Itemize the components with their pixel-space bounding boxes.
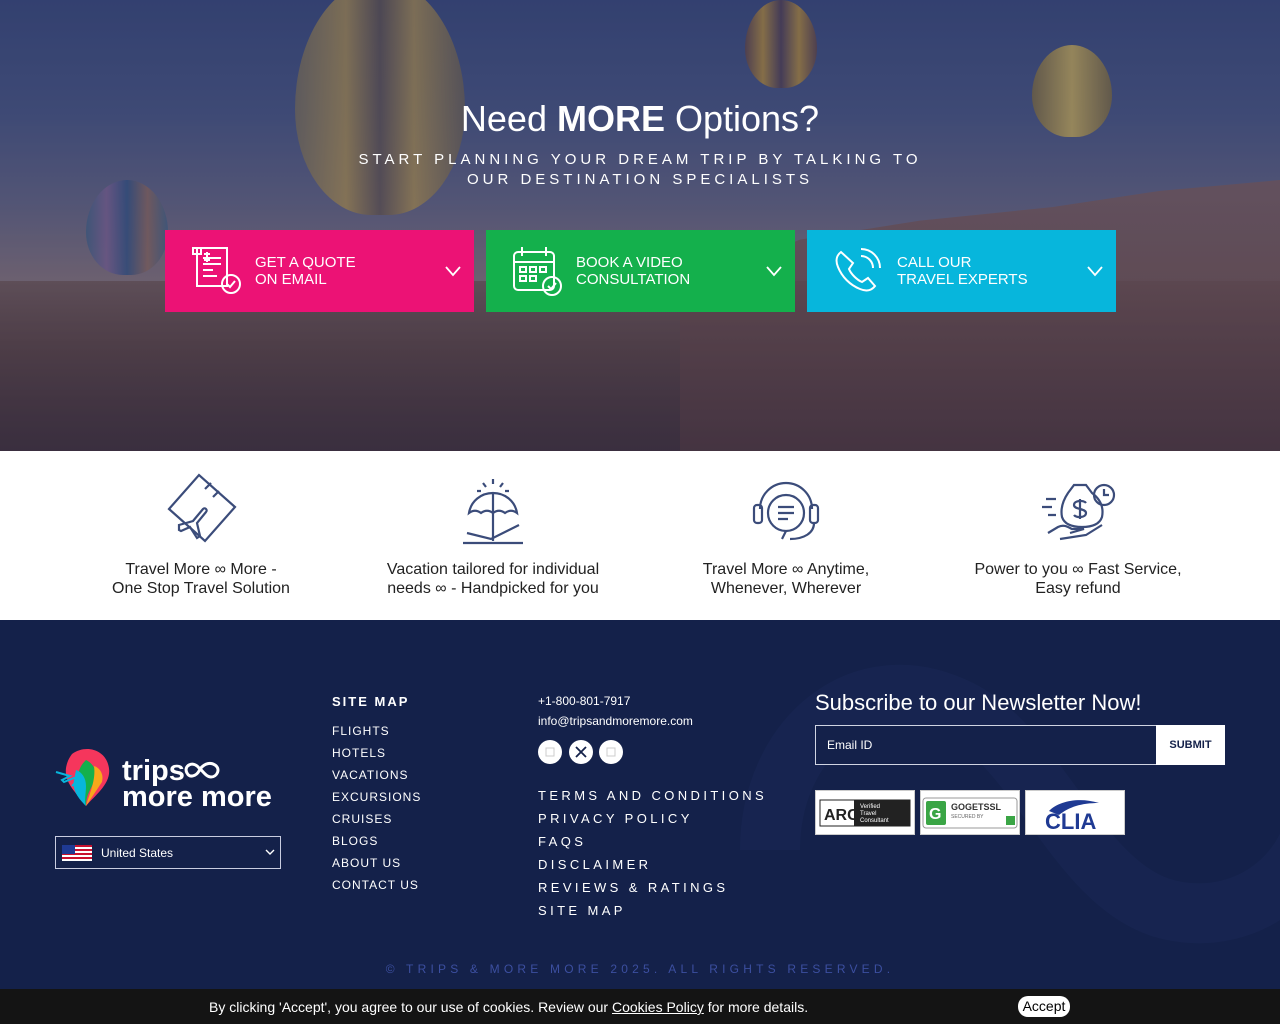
faqs-link[interactable]: FAQS — [538, 834, 767, 857]
book-video-consultation-button[interactable]: BOOK A VIDEO CONSULTATION — [486, 230, 795, 312]
call-experts-label: CALL OUR TRAVEL EXPERTS — [897, 254, 1028, 288]
svg-text:G: G — [929, 806, 941, 823]
sitemap-link-hotels[interactable]: HOTELS — [332, 745, 421, 767]
money-bag-hand-icon — [1042, 483, 1116, 541]
newsletter-email-input[interactable]: Email ID — [815, 725, 1157, 765]
feature-text: needs ∞ - Handpicked for you — [387, 580, 599, 597]
phone-call-icon — [835, 248, 881, 292]
svg-text:Travel: Travel — [860, 811, 876, 817]
sitemap-link-vacations[interactable]: VACATIONS — [332, 767, 421, 789]
arc-logo: ARC Verified Travel Consultant — [819, 799, 911, 826]
reviews-link[interactable]: REVIEWS & RATINGS — [538, 880, 767, 903]
sitemap-heading: SITE MAP — [332, 694, 410, 709]
gogetssl-badge: G GOGETSSL SECURED BY — [920, 790, 1020, 835]
get-quote-label: GET A QUOTE ON EMAIL — [255, 254, 356, 288]
country-selector[interactable]: United States — [55, 836, 281, 869]
svg-text:ARC: ARC — [824, 807, 859, 824]
sitemap-list: FLIGHTS HOTELS VACATIONS EXCURSIONS CRUI… — [332, 723, 421, 899]
policy-links: TERMS AND CONDITIONS PRIVACY POLICY FAQS… — [538, 788, 767, 926]
feature-text: One Stop Travel Solution — [112, 580, 290, 597]
beach-umbrella-icon — [463, 479, 523, 545]
svg-text:Verified: Verified — [860, 804, 880, 810]
call-travel-experts-button[interactable]: CALL OUR TRAVEL EXPERTS — [807, 230, 1116, 312]
cookie-consent-text: By clicking 'Accept', you agree to our u… — [209, 999, 809, 1015]
feature-text: Power to you ∞ Fast Service, — [974, 561, 1182, 578]
sitemap-link[interactable]: SITE MAP — [538, 903, 767, 926]
clia-badge: CLIA — [1025, 790, 1125, 835]
phone-link[interactable]: +1-800-801-7917 — [538, 694, 630, 708]
feature-text: Travel More ∞ More - — [125, 561, 277, 578]
us-flag-icon — [62, 844, 92, 861]
chevron-down-icon — [1087, 266, 1103, 277]
sitemap-link-flights[interactable]: FLIGHTS — [332, 723, 421, 745]
calendar-icon — [513, 247, 562, 296]
cookies-policy-link[interactable]: Cookies Policy — [612, 999, 704, 1015]
trips-more-more-logo: trips more more — [55, 749, 272, 810]
copyright-text: © TRIPS & MORE MORE 2025. ALL RIGHTS RES… — [385, 962, 895, 976]
hero-overlay — [0, 0, 1280, 451]
headset-support-icon — [752, 481, 820, 541]
feature-fast-service: Power to you ∞ Fast Service, Easy refund — [948, 471, 1208, 598]
quote-document-icon — [192, 247, 241, 294]
svg-text:Consultant: Consultant — [860, 818, 889, 824]
feature-one-stop: Travel More ∞ More - One Stop Travel Solu… — [71, 471, 331, 598]
accept-cookies-button[interactable]: Accept — [1018, 996, 1070, 1017]
feature-text: Travel More ∞ Anytime, — [702, 561, 870, 578]
svg-text:CLIA: CLIA — [1045, 809, 1096, 833]
site-footer: trips more more United States SITE MAP F… — [0, 620, 1280, 1024]
get-quote-email-button[interactable]: GET A QUOTE ON EMAIL — [165, 230, 474, 312]
feature-text: Whenever, Wherever — [710, 580, 862, 597]
hero-banner: Need MORE Options? START PLANNING YOUR D… — [0, 0, 1280, 451]
feature-text: Vacation tailored for individual — [386, 561, 600, 578]
sitemap-link-excursions[interactable]: EXCURSIONS — [332, 789, 421, 811]
book-video-label: BOOK A VIDEO CONSULTATION — [576, 254, 691, 288]
sitemap-link-contact-us[interactable]: CONTACT US — [332, 877, 421, 899]
clia-logo: CLIA — [1045, 799, 1099, 833]
privacy-link[interactable]: PRIVACY POLICY — [538, 811, 767, 834]
hero-subtitle: START PLANNING YOUR DREAM TRIP BY TALKIN… — [358, 151, 922, 188]
arc-badge: ARC Verified Travel Consultant — [815, 790, 915, 835]
features-strip: Travel More ∞ More - One Stop Travel Solu… — [0, 451, 1280, 620]
sitemap-link-blogs[interactable]: BLOGS — [332, 833, 421, 855]
disclaimer-link[interactable]: DISCLAIMER — [538, 857, 767, 880]
country-selector-value: United States — [101, 845, 174, 860]
instagram-icon[interactable] — [599, 740, 623, 764]
svg-text:GOGETSSL: GOGETSSL — [951, 802, 1002, 812]
svg-text:SECURED BY: SECURED BY — [951, 814, 984, 820]
gogetssl-logo: G GOGETSSL SECURED BY — [922, 797, 1018, 828]
svg-text:more more: more more — [122, 781, 272, 810]
chevron-down-icon — [265, 849, 275, 855]
plane-ticket-icon — [167, 473, 237, 543]
hero-title: Need MORE Options? — [460, 98, 820, 139]
chevron-down-icon — [766, 266, 782, 277]
feature-anytime: Travel More ∞ Anytime, Whenever, Wherever — [656, 471, 916, 598]
feature-text: Easy refund — [1035, 580, 1121, 597]
sitemap-link-about-us[interactable]: ABOUT US — [332, 855, 421, 877]
email-link[interactable]: info@tripsandmoremore.com — [538, 714, 693, 728]
terms-link[interactable]: TERMS AND CONDITIONS — [538, 788, 767, 811]
cookie-consent-bar: By clicking 'Accept', you agree to our u… — [0, 989, 1280, 1024]
newsletter-title: Subscribe to our Newsletter Now! — [815, 690, 1142, 715]
newsletter-submit-button[interactable]: SUBMIT — [1156, 725, 1225, 765]
chevron-down-icon — [445, 266, 461, 277]
feature-vacation: Vacation tailored for individual needs ∞ … — [363, 471, 623, 598]
x-icon[interactable] — [569, 740, 593, 764]
facebook-icon[interactable] — [538, 740, 562, 764]
sitemap-link-cruises[interactable]: CRUISES — [332, 811, 421, 833]
